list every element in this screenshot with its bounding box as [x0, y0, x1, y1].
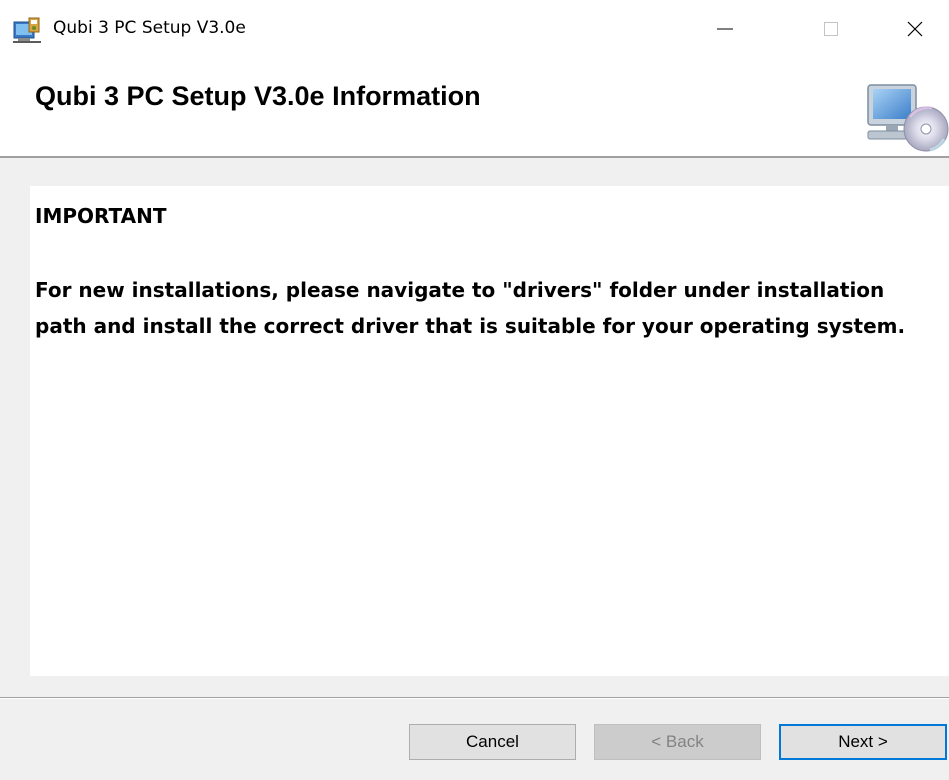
maximize-button [801, 0, 861, 63]
information-panel: IMPORTANT For new installations, please … [30, 186, 949, 676]
minimize-icon [715, 19, 735, 44]
computer-cd-icon [860, 77, 949, 157]
next-button[interactable]: Next > [779, 724, 947, 760]
setup-installer-icon [11, 14, 43, 46]
page-heading: Qubi 3 PC Setup V3.0e Information [35, 81, 481, 111]
header-banner: Qubi 3 PC Setup V3.0e Information [0, 63, 949, 155]
title-bar[interactable]: Qubi 3 PC Setup V3.0e [0, 0, 949, 63]
minimize-button[interactable] [695, 0, 755, 63]
window-title: Qubi 3 PC Setup V3.0e [53, 18, 246, 38]
maximize-icon [821, 19, 841, 44]
information-text: For new installations, please navigate t… [35, 278, 906, 338]
back-button: < Back [594, 724, 761, 760]
close-icon [905, 19, 925, 44]
close-button[interactable] [885, 0, 945, 63]
body-area: IMPORTANT For new installations, please … [0, 158, 949, 698]
setup-window: Qubi 3 PC Setup V3.0e Qubi 3 PC Setup V3… [0, 0, 949, 780]
cancel-button[interactable]: Cancel [409, 724, 576, 760]
footer-bar: Cancel < Back Next > [0, 699, 949, 780]
important-label: IMPORTANT [35, 204, 167, 228]
